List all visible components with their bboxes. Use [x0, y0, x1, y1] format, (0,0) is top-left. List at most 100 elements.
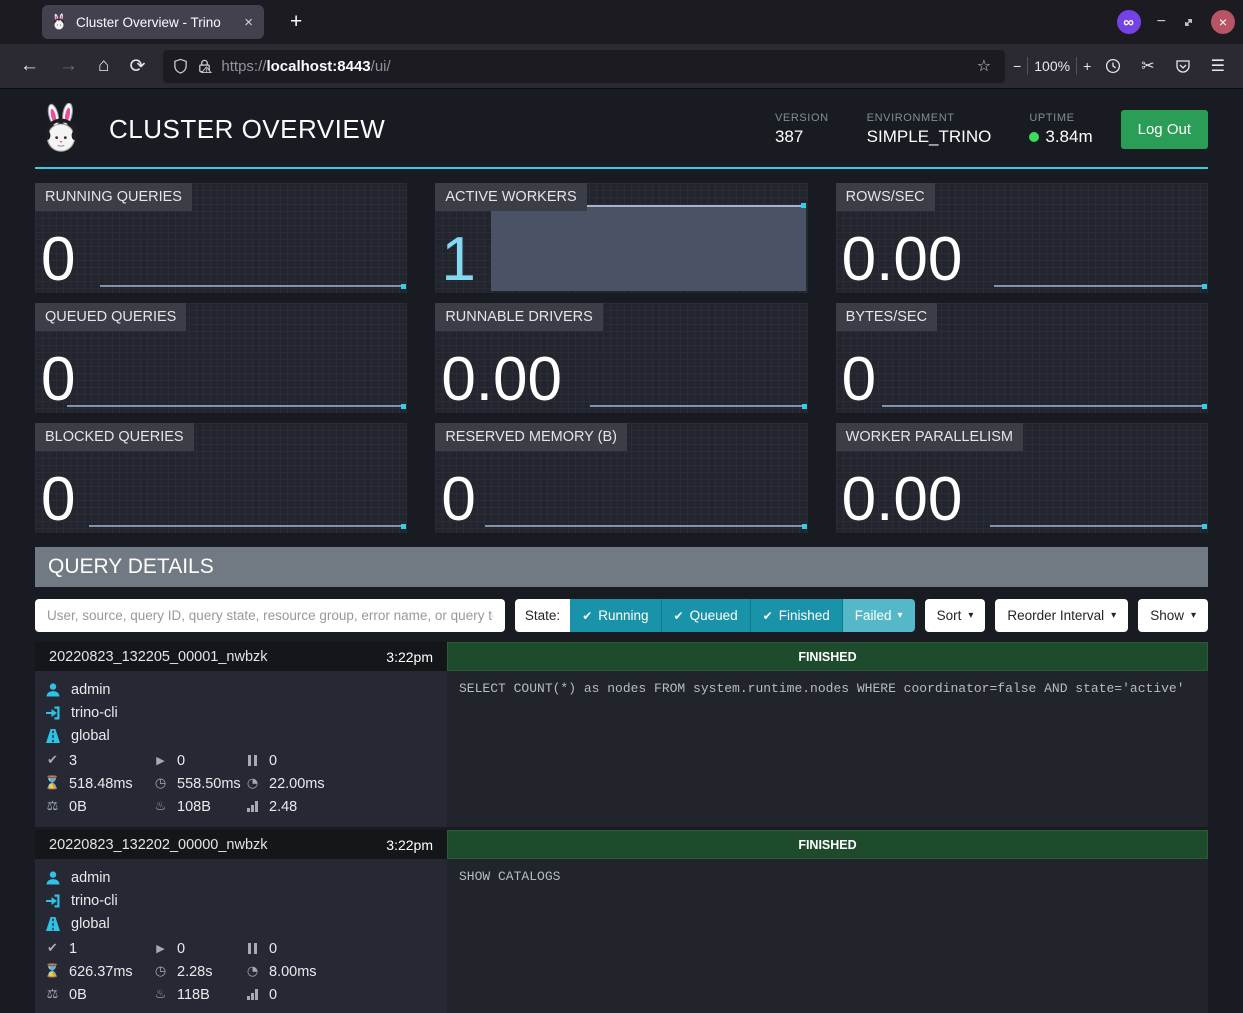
completed-splits-stat: ✔3	[45, 749, 153, 772]
page-title: CLUSTER OVERVIEW	[109, 114, 775, 145]
window-minimize-button[interactable]: −	[1157, 13, 1166, 31]
menu-hamburger-icon[interactable]: ☰	[1203, 52, 1233, 80]
home-button[interactable]: ⌂	[88, 51, 119, 81]
stat-value: 3	[69, 753, 77, 769]
state-filter-finished-button[interactable]: ✔ Finished	[751, 599, 843, 632]
query-stats-grid: ✔1 ▶0 0 ⌛626.37ms ◷2.28s ◔8.00ms ⚖0B ♨11…	[45, 937, 437, 1006]
query-time: 3:22pm	[386, 649, 433, 665]
stat-card-value: 0	[41, 229, 75, 291]
environment-meta: ENVIRONMENT SIMPLE_TRINO	[867, 112, 992, 147]
sort-dropdown[interactable]: Sort▾	[925, 599, 986, 632]
stat-card-label: ROWS/SEC	[836, 183, 935, 211]
query-source: trino-cli	[71, 705, 118, 721]
logout-button[interactable]: Log Out	[1121, 110, 1208, 149]
execution-time-stat: ◔22.00ms	[245, 772, 437, 795]
state-filter-failed-dropdown[interactable]: Failed▾	[843, 599, 915, 632]
forward-button[interactable]: →	[49, 51, 88, 81]
browser-navbar: ← → ⌂ ⟳ https://localhost:8443/ui/ ☆ − 1…	[0, 44, 1243, 89]
stat-value: 0	[269, 987, 277, 1003]
stat-card-label: ACTIVE WORKERS	[435, 183, 586, 211]
sparkline-dot-icon	[1202, 404, 1207, 409]
screenshot-scissors-icon[interactable]: ✂	[1133, 52, 1162, 80]
query-user: admin	[71, 870, 111, 886]
uptime-value: 3.84m	[1045, 127, 1092, 147]
execution-time-stat: ◔8.00ms	[245, 960, 437, 983]
pause-icon	[245, 755, 260, 766]
stat-card-queued-queries: QUEUED QUERIES 0	[35, 303, 407, 413]
zoom-in-button[interactable]: +	[1083, 58, 1091, 74]
stat-card-value: 1	[441, 229, 475, 291]
sparkline-dot-icon	[401, 524, 406, 529]
tab-close-icon[interactable]: ×	[241, 14, 256, 31]
query-resource-group-line: global	[45, 724, 437, 747]
scale-icon: ⚖	[45, 987, 60, 1002]
fire-icon: ♨	[153, 799, 168, 814]
zoom-out-button[interactable]: −	[1013, 58, 1021, 74]
stat-card-value: 0	[41, 469, 75, 531]
window-close-button[interactable]: ×	[1211, 10, 1235, 34]
query-stats-grid: ✔3 ▶0 0 ⌛518.48ms ◷558.50ms ◔22.00ms ⚖0B…	[45, 749, 437, 818]
url-text[interactable]: https://localhost:8443/ui/	[221, 58, 972, 75]
user-icon	[45, 682, 61, 698]
query-resource-group-line: global	[45, 912, 437, 935]
sparkline-dot-icon	[802, 404, 807, 409]
tab-title: Cluster Overview - Trino	[76, 15, 241, 30]
parallelism-stat: 0	[245, 983, 437, 1006]
browser-tab[interactable]: Cluster Overview - Trino ×	[42, 5, 264, 39]
stat-value: 518.48ms	[69, 776, 133, 792]
stat-value: 0	[177, 941, 185, 957]
current-memory-stat: ⚖ 0B	[45, 983, 153, 1006]
back-button[interactable]: ←	[10, 51, 49, 81]
query-user: admin	[71, 682, 111, 698]
new-tab-button[interactable]: +	[282, 8, 310, 36]
stat-value: 0	[177, 753, 185, 769]
state-filter-running-button[interactable]: ✔Running	[570, 599, 661, 632]
play-icon: ▶	[153, 942, 168, 955]
history-clock-icon[interactable]	[1097, 54, 1129, 78]
sparkline	[485, 525, 805, 527]
query-text: SHOW CATALOGS	[447, 859, 1208, 1013]
query-search-input[interactable]	[35, 599, 505, 632]
query-id-link[interactable]: 20220823_132205_00001_nwbzk	[49, 649, 268, 665]
show-dropdown[interactable]: Show▾	[1138, 599, 1208, 632]
cluster-stats-grid: RUNNING QUERIES 0 ACTIVE WORKERS 1 ROWS/…	[35, 183, 1208, 533]
stat-card-value: 0.00	[842, 229, 963, 291]
chevron-down-icon: ▾	[1191, 610, 1196, 621]
private-browsing-icon: ∞	[1117, 10, 1141, 34]
lock-warning-icon[interactable]	[197, 58, 212, 74]
state-button-label: Finished	[779, 608, 830, 623]
stat-value: 626.37ms	[69, 964, 133, 980]
state-filter-queued-button[interactable]: ✔Queued	[662, 599, 751, 632]
queued-splits-stat: 0	[245, 749, 437, 772]
url-scheme: https://	[221, 58, 266, 75]
chevron-down-icon: ▾	[1111, 610, 1116, 621]
pocket-icon[interactable]	[1167, 54, 1199, 78]
uptime-status-dot-icon	[1029, 132, 1039, 142]
bookmark-star-icon[interactable]: ☆	[973, 56, 995, 76]
window-restore-button[interactable]	[1182, 16, 1195, 29]
cpu-time-stat: ◷558.50ms	[153, 772, 245, 795]
reorder-interval-dropdown[interactable]: Reorder Interval▾	[995, 599, 1128, 632]
sparkline	[990, 525, 1206, 527]
zoom-level[interactable]: 100%	[1034, 58, 1070, 74]
divider	[1027, 57, 1028, 75]
reload-button[interactable]: ⟳	[119, 51, 155, 82]
trino-cluster-overview-page: CLUSTER OVERVIEW VERSION 387 ENVIRONMENT…	[0, 89, 1243, 1013]
app-header: CLUSTER OVERVIEW VERSION 387 ENVIRONMENT…	[35, 89, 1208, 169]
stat-value: 0B	[69, 987, 87, 1003]
sparkline	[590, 405, 806, 407]
query-id-link[interactable]: 20220823_132202_00000_nwbzk	[49, 837, 268, 853]
query-user-line: admin	[45, 678, 437, 701]
stat-card-rows-sec: ROWS/SEC 0.00	[836, 183, 1208, 293]
stat-card-running-queries: RUNNING QUERIES 0	[35, 183, 407, 293]
check-icon: ✔	[763, 609, 773, 623]
play-icon: ▶	[153, 754, 168, 767]
stat-value: 2.48	[269, 799, 297, 815]
check-icon: ✔	[45, 753, 60, 768]
sparkline-dot-icon	[801, 203, 806, 208]
check-icon: ✔	[45, 941, 60, 956]
stat-card-value: 0	[41, 349, 75, 411]
check-icon: ✔	[674, 609, 684, 623]
url-bar[interactable]: https://localhost:8443/ui/ ☆	[163, 50, 1005, 83]
shield-icon[interactable]	[173, 58, 188, 74]
